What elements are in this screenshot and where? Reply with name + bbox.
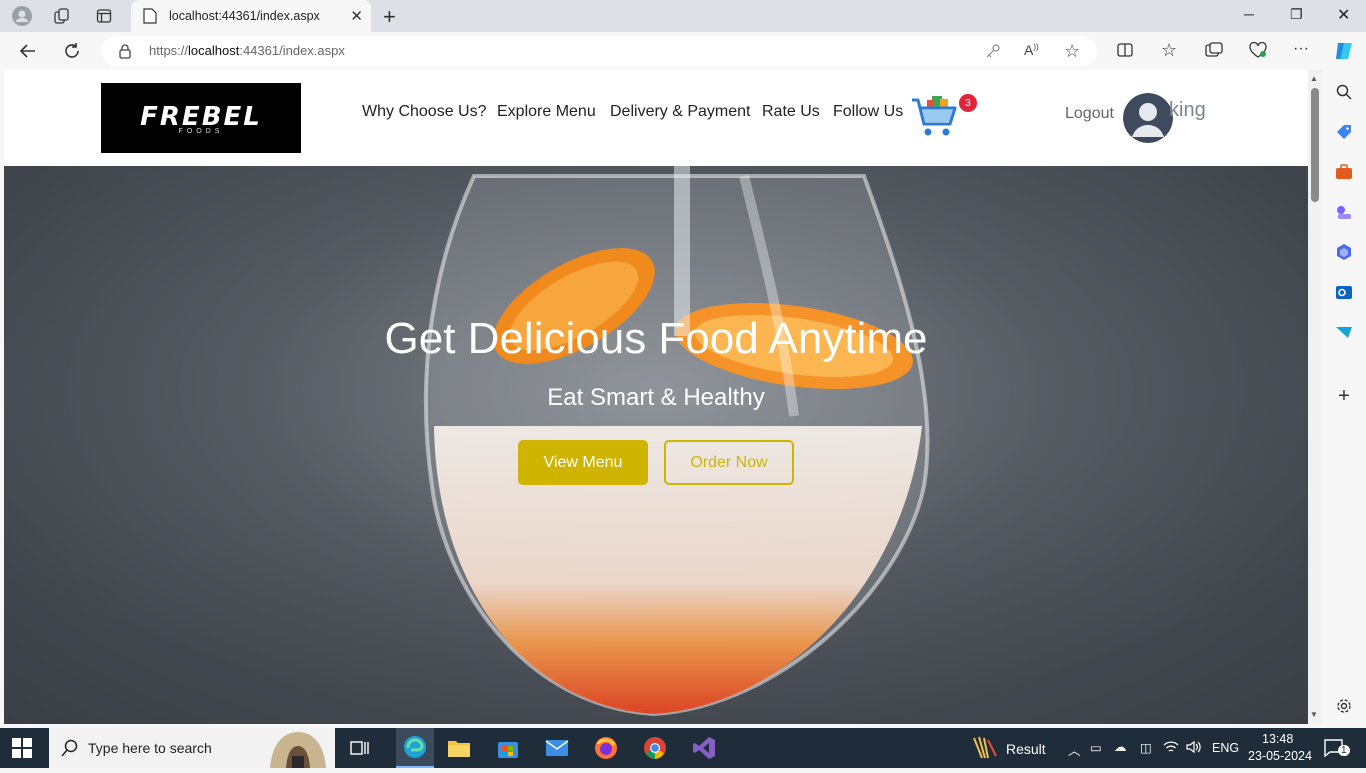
scroll-up-icon[interactable]: ▲ <box>1310 74 1318 83</box>
page-scrollbar[interactable]: ▲ ▼ <box>1308 70 1322 724</box>
username: king <box>1169 99 1206 121</box>
wifi-icon[interactable] <box>1163 740 1179 757</box>
result-label[interactable]: Result <box>1006 741 1046 757</box>
favorite-star-icon[interactable]: ☆ <box>1064 41 1080 62</box>
logo-subtext: FOODS <box>178 127 224 135</box>
hero-subtitle: Eat Smart & Healthy <box>547 384 765 411</box>
search-highlight-image <box>262 728 334 773</box>
scrollbar-thumb[interactable] <box>1311 88 1319 202</box>
clock-date[interactable]: 23-05-2024 <box>1248 749 1312 763</box>
scroll-down-icon[interactable]: ▼ <box>1310 710 1318 719</box>
hero-banner: Get Delicious Food Anytime Eat Smart & H… <box>4 166 1308 724</box>
file-explorer-icon[interactable] <box>445 734 473 762</box>
sidebar-shopping-icon[interactable] <box>1334 122 1354 142</box>
sidebar-drop-icon[interactable] <box>1334 322 1354 342</box>
page-viewport: FREBEL FOODS Why Choose Us? Explore Menu… <box>4 70 1308 724</box>
close-tab-icon[interactable]: ✕ <box>350 7 363 25</box>
sidebar-microsoft365-icon[interactable] <box>1334 242 1354 262</box>
split-screen-icon[interactable] <box>1117 42 1133 63</box>
favorites-icon[interactable]: ☆ <box>1161 40 1177 61</box>
view-menu-button[interactable]: View Menu <box>518 440 648 485</box>
browser-essentials-icon[interactable] <box>1249 41 1267 63</box>
show-hidden-icons-icon[interactable]: ︿ <box>1068 740 1081 759</box>
notification-count: 1 <box>1338 745 1350 756</box>
volume-icon[interactable] <box>1186 740 1202 757</box>
page-icon <box>143 8 157 24</box>
onedrive-icon[interactable]: ☁ <box>1114 739 1127 754</box>
nav-explore-menu[interactable]: Explore Menu <box>497 103 596 121</box>
key-icon[interactable] <box>985 43 1001 64</box>
hero-title: Get Delicious Food Anytime <box>384 314 928 363</box>
more-options-icon[interactable]: ··· <box>1293 40 1309 58</box>
browser-tab-bar: localhost:44361/index.aspx ✕ + ─ ❐ ✕ <box>0 0 1366 32</box>
tab-actions-icon[interactable] <box>93 5 115 27</box>
firefox-icon[interactable] <box>592 734 620 762</box>
windows-start-icon[interactable] <box>12 738 32 758</box>
tab-title: localhost:44361/index.aspx <box>169 9 320 23</box>
cart-icon[interactable] <box>910 94 960 144</box>
chrome-icon[interactable] <box>641 734 669 762</box>
close-window-icon[interactable]: ✕ <box>1337 5 1350 25</box>
sidebar-add-icon[interactable]: + <box>1334 385 1354 407</box>
nav-rate-us[interactable]: Rate Us <box>762 103 820 121</box>
restore-icon[interactable]: ❐ <box>1290 6 1303 23</box>
edge-app-icon[interactable] <box>396 728 434 768</box>
avatar[interactable] <box>1123 93 1173 143</box>
taskbar: Type here to search Result ︿ ▭ ☁ ◫ ENG 1… <box>0 728 1366 768</box>
nav-why-choose-us[interactable]: Why Choose Us? <box>362 103 487 121</box>
sidebar-games-icon[interactable] <box>1334 202 1354 222</box>
back-icon[interactable] <box>16 39 40 63</box>
search-placeholder: Type here to search <box>88 740 212 756</box>
task-view-icon[interactable] <box>346 734 374 762</box>
mail-icon[interactable] <box>543 734 571 762</box>
sidebar-outlook-icon[interactable] <box>1334 282 1354 302</box>
new-tab-icon[interactable]: + <box>383 4 396 30</box>
nav-follow-us[interactable]: Follow Us <box>833 103 903 121</box>
visual-studio-icon[interactable] <box>690 734 718 762</box>
sidebar-settings-icon[interactable] <box>1334 696 1354 716</box>
site-header: FREBEL FOODS Why Choose Us? Explore Menu… <box>4 70 1308 166</box>
minimize-icon[interactable]: ─ <box>1244 6 1254 22</box>
result-app-icon[interactable] <box>972 736 998 765</box>
lock-icon[interactable] <box>118 43 132 64</box>
clock-time[interactable]: 13:48 <box>1262 732 1293 746</box>
profile-icon[interactable] <box>11 5 33 27</box>
copilot-icon[interactable] <box>1332 39 1356 68</box>
battery-icon[interactable]: ▭ <box>1090 740 1102 755</box>
url-text[interactable]: https://localhost:44361/index.aspx <box>149 43 345 58</box>
meet-now-icon[interactable]: ◫ <box>1140 740 1152 755</box>
nav-delivery-payment[interactable]: Delivery & Payment <box>610 103 751 121</box>
hero-drink-image <box>4 166 1308 724</box>
read-aloud-icon[interactable]: A)) <box>1024 42 1039 58</box>
language-indicator[interactable]: ENG <box>1212 741 1239 755</box>
sidebar-search-icon[interactable] <box>1334 82 1354 102</box>
workspaces-icon[interactable] <box>51 5 73 27</box>
active-tab[interactable]: localhost:44361/index.aspx ✕ <box>131 0 371 32</box>
refresh-icon[interactable] <box>60 39 84 63</box>
sidebar-tools-icon[interactable] <box>1334 162 1354 182</box>
site-logo[interactable]: FREBEL FOODS <box>101 83 301 153</box>
store-icon[interactable] <box>494 734 522 762</box>
search-icon <box>61 739 79 762</box>
order-now-button[interactable]: Order Now <box>664 440 794 485</box>
cart-count-badge: 3 <box>959 94 977 112</box>
collections-icon[interactable] <box>1205 42 1223 63</box>
logout-link[interactable]: Logout <box>1065 105 1114 123</box>
